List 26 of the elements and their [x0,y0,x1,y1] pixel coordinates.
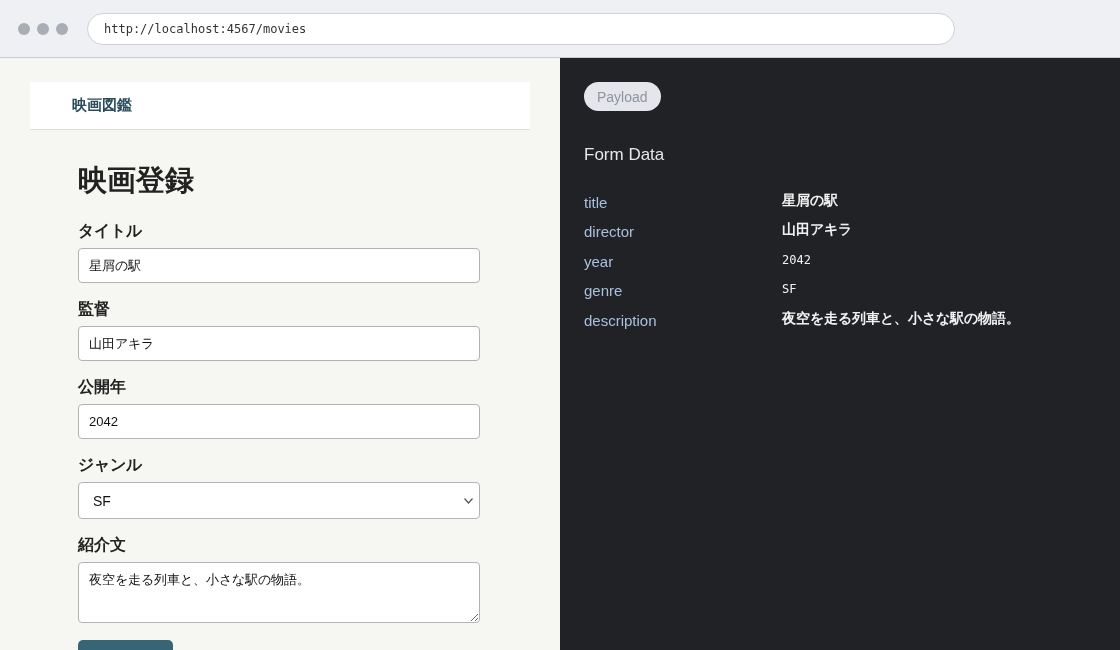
data-key: year [584,249,614,270]
data-value: 2042 [782,252,811,267]
data-value: 山田アキラ [782,221,852,240]
field-label: タイトル [78,221,142,241]
form-data-heading: Form Data [584,144,665,166]
field-label: 紹介文 [78,535,126,555]
window-controls-icon [18,22,68,35]
text-input[interactable]: 山田アキラ [78,326,480,361]
field-label: 公開年 [78,377,126,397]
text-input[interactable]: 星屑の駅 [78,248,480,283]
site-brand-link[interactable]: 映画図鑑 [72,96,132,115]
form-title: 映画登録 [78,163,194,198]
data-value: 夜空を走る列車と、小さな駅の物語。 [782,309,1020,328]
description-textarea[interactable]: 夜空を走る列車と、小さな駅の物語。 [78,562,480,623]
data-key: description [584,308,657,329]
data-value: SF [782,282,797,297]
data-key: director [584,220,635,241]
field-label: 監督 [78,299,110,319]
field-label: ジャンル [78,455,142,475]
data-value: 星屑の駅 [782,191,838,210]
genre-select[interactable]: SF [78,482,480,519]
text-input[interactable]: 2042 [78,404,480,439]
data-key: genre [584,279,623,300]
chevron-down-icon [464,497,473,504]
data-key: title [584,190,608,211]
address-bar[interactable]: http://localhost:4567/movies [87,12,955,45]
